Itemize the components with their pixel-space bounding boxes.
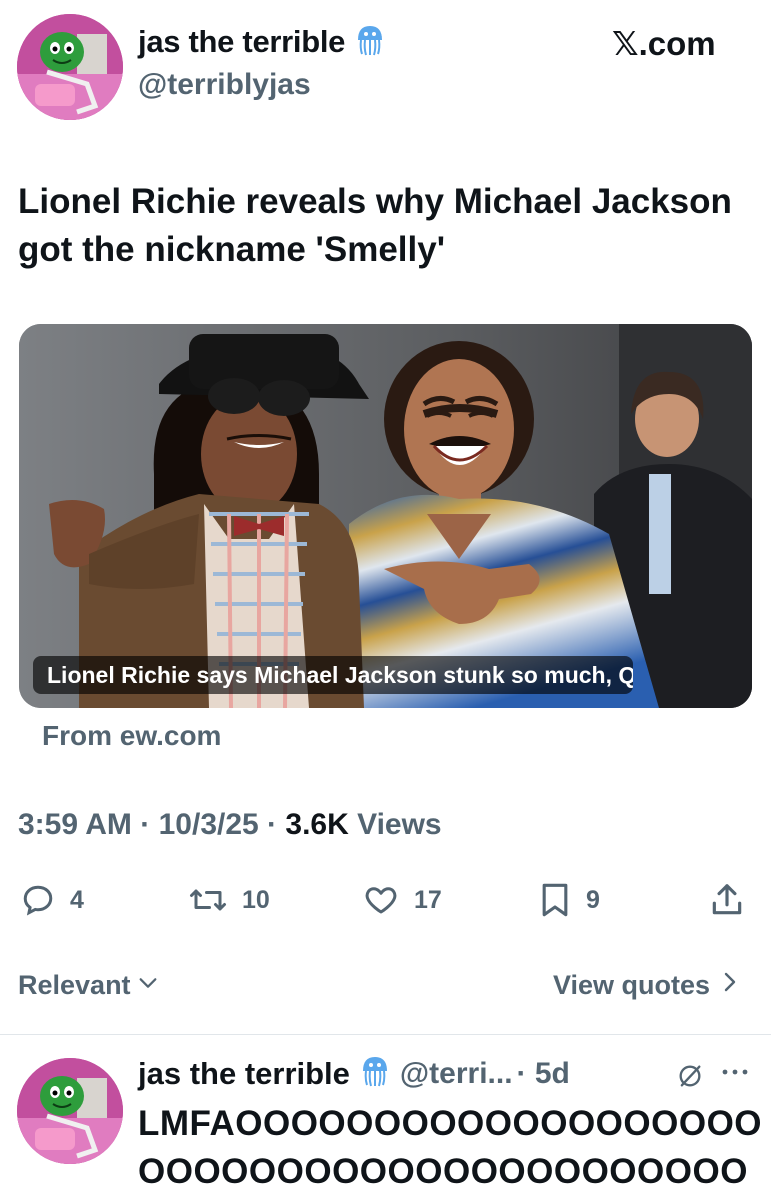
view-quotes-label: View quotes: [553, 970, 711, 1000]
reply-text: LMFAOOOOOOOOOOOOOOOOOOOOOOOOOOOOOOOOOOOO…: [138, 1104, 763, 1191]
jellyfish-emoji-icon: [355, 24, 385, 64]
heart-icon: [362, 882, 400, 918]
view-quotes-link[interactable]: View quotes: [553, 970, 740, 1001]
tweet-meta: 3:59 AM · 10/3/25 · 3.6K Views: [18, 808, 442, 842]
author-handle[interactable]: @terriblyjas: [138, 68, 311, 102]
card-photo: [19, 324, 752, 708]
divider: [0, 1034, 771, 1035]
reply-avatar[interactable]: [17, 1058, 123, 1164]
card-source[interactable]: From ew.com: [42, 720, 221, 752]
jellyfish-emoji-icon: [360, 1055, 390, 1092]
reply-author-name[interactable]: jas the terrible: [138, 1056, 350, 1092]
bookmark-button[interactable]: 9: [538, 880, 600, 920]
views-count: 3.6K: [285, 808, 349, 841]
tweet-date[interactable]: 10/3/25: [159, 808, 259, 841]
like-button[interactable]: 17: [362, 880, 442, 920]
reply-button[interactable]: 4: [20, 880, 84, 920]
grok-icon[interactable]: [676, 1062, 704, 1095]
link-card[interactable]: [19, 324, 752, 708]
views-label: Views: [357, 808, 442, 841]
reply-author-handle[interactable]: @terri...: [400, 1057, 513, 1091]
tweet-text: Lionel Richie reveals why Michael Jackso…: [18, 182, 732, 269]
bookmark-icon: [538, 881, 572, 919]
share-button[interactable]: [708, 880, 746, 920]
repost-icon: [188, 882, 228, 918]
repost-count: 10: [242, 885, 270, 914]
meta-separator: ·: [140, 808, 151, 841]
like-count: 17: [414, 885, 442, 914]
reply-time[interactable]: · 5d: [517, 1057, 570, 1091]
tweet-time[interactable]: 3:59 AM: [18, 808, 132, 841]
chevron-right-icon: [720, 970, 740, 1001]
sort-label: Relevant: [18, 970, 131, 1000]
reply-icon: [20, 882, 56, 918]
site-label: 𝕏.com: [612, 25, 716, 62]
author-avatar[interactable]: [17, 14, 123, 120]
author-name[interactable]: jas the terrible: [138, 24, 385, 64]
author-name-text: jas the terrible: [138, 24, 346, 60]
bookmark-count: 9: [586, 885, 600, 914]
reply-header: jas the terrible @terri... · 5d: [138, 1055, 570, 1092]
share-icon: [708, 881, 746, 919]
sort-relevant-dropdown[interactable]: Relevant: [18, 970, 159, 1001]
more-options-icon[interactable]: [718, 1060, 752, 1089]
meta-separator: ·: [267, 808, 278, 841]
repost-button[interactable]: 10: [188, 880, 270, 920]
card-caption: Lionel Richie says Michael Jackson stunk…: [33, 656, 633, 694]
chevron-down-icon: [137, 970, 159, 1001]
reply-count: 4: [70, 885, 84, 914]
